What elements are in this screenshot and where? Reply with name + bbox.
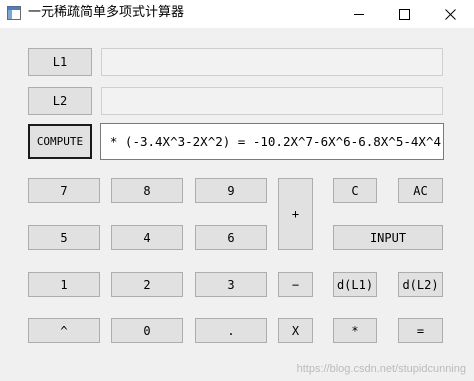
equals-button[interactable]: = [398,318,443,343]
minus-button[interactable]: − [278,272,313,297]
key-3-button[interactable]: 3 [195,272,267,297]
close-button[interactable] [427,0,473,28]
maximize-button[interactable] [381,0,427,28]
derivative-l1-button[interactable]: d(L1) [333,272,377,297]
l1-field[interactable] [101,48,443,76]
minimize-button[interactable] [336,0,382,28]
decimal-point-button[interactable]: . [195,318,267,343]
l1-button[interactable]: L1 [28,48,92,76]
watermark-text: https://blog.csdn.net/stupidcunning [296,363,466,375]
plus-button[interactable]: + [278,178,313,250]
key-7-button[interactable]: 7 [28,178,100,203]
l2-field[interactable] [101,87,443,115]
title-bar: 一元稀疏简单多项式计算器 [0,0,474,28]
key-9-button[interactable]: 9 [195,178,267,203]
key-5-button[interactable]: 5 [28,225,100,250]
key-8-button[interactable]: 8 [111,178,183,203]
result-text: (-3.4X^5-2X^4+...) * (-3.4X^3-2X^2) = -1… [101,134,441,149]
caret-button[interactable]: ^ [28,318,100,343]
variable-x-button[interactable]: X [278,318,313,343]
close-icon [444,8,456,20]
key-2-button[interactable]: 2 [111,272,183,297]
result-display: (-3.4X^5-2X^4+...) * (-3.4X^3-2X^2) = -1… [100,123,444,160]
key-1-button[interactable]: 1 [28,272,100,297]
input-button[interactable]: INPUT [333,225,443,250]
l2-button[interactable]: L2 [28,87,92,115]
derivative-l2-button[interactable]: d(L2) [398,272,443,297]
compute-button[interactable]: COMPUTE [28,124,92,159]
minimize-icon [353,13,364,15]
app-window-icon [7,6,21,20]
window-title: 一元稀疏简单多项式计算器 [28,5,185,20]
all-clear-button[interactable]: AC [398,178,443,203]
multiply-button[interactable]: * [333,318,377,343]
key-4-button[interactable]: 4 [111,225,183,250]
key-6-button[interactable]: 6 [195,225,267,250]
clear-button[interactable]: C [333,178,377,203]
key-0-button[interactable]: 0 [111,318,183,343]
maximize-icon [398,8,410,20]
